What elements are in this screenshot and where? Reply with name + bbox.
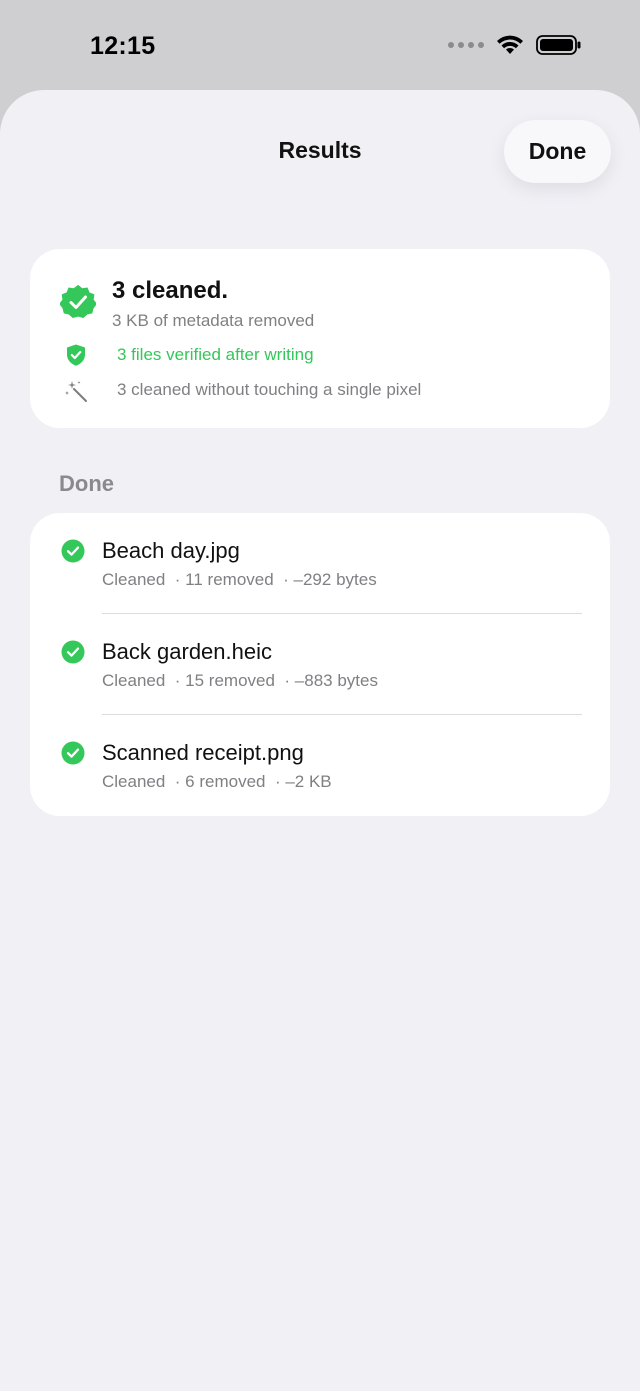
file-meta: Cleaned · 11 removed · –292 bytes bbox=[102, 570, 377, 590]
status-icons bbox=[448, 34, 582, 56]
file-status: Cleaned bbox=[102, 772, 166, 791]
checkmark-circle-icon bbox=[61, 539, 85, 563]
section-label-done: Done bbox=[59, 471, 114, 496]
file-name: Back garden.heic bbox=[102, 639, 272, 664]
file-status: Cleaned bbox=[102, 570, 166, 589]
checkmark-circle-icon bbox=[61, 640, 85, 664]
status-time: 12:15 bbox=[90, 32, 156, 60]
file-removed-count: · 11 removed bbox=[174, 570, 274, 589]
magic-wand-icon bbox=[65, 381, 87, 402]
signal-dots-icon bbox=[448, 42, 484, 48]
results-sheet: Results Done 3 cleaned. 3 KB of metadata… bbox=[0, 90, 640, 1391]
file-size-delta: · –2 KB bbox=[274, 772, 332, 791]
battery-icon bbox=[536, 35, 581, 55]
checkmark-circle-icon bbox=[61, 741, 85, 765]
file-meta: Cleaned · 15 removed · –883 bytes bbox=[102, 671, 378, 691]
list-item[interactable]: Scanned receipt.png Cleaned · 6 removed … bbox=[30, 715, 610, 816]
file-meta: Cleaned · 6 removed · –2 KB bbox=[102, 772, 332, 792]
list-item[interactable]: Beach day.jpg Cleaned · 11 removed · –29… bbox=[30, 513, 610, 614]
checkmark-shield-icon bbox=[67, 344, 85, 366]
file-size-delta: · –292 bytes bbox=[283, 570, 377, 589]
done-button[interactable]: Done bbox=[504, 120, 611, 183]
file-status: Cleaned bbox=[102, 671, 166, 690]
verified-text: 3 files verified after writing bbox=[117, 345, 314, 364]
list-item[interactable]: Back garden.heic Cleaned · 15 removed · … bbox=[30, 614, 610, 715]
summary-subtitle: 3 KB of metadata removed bbox=[112, 311, 315, 330]
file-name: Beach day.jpg bbox=[102, 538, 240, 563]
file-removed-count: · 6 removed bbox=[174, 772, 266, 791]
summary-card: 3 cleaned. 3 KB of metadata removed 3 fi… bbox=[30, 249, 610, 428]
file-removed-count: · 15 removed bbox=[174, 671, 275, 690]
file-size-delta: · –883 bytes bbox=[284, 671, 378, 690]
checkmark-seal-icon bbox=[60, 284, 96, 318]
pixel-text: 3 cleaned without touching a single pixe… bbox=[117, 380, 422, 399]
summary-title: 3 cleaned. bbox=[112, 277, 229, 304]
file-list: Beach day.jpg Cleaned · 11 removed · –29… bbox=[30, 513, 610, 816]
file-name: Scanned receipt.png bbox=[102, 740, 304, 765]
wifi-icon bbox=[497, 35, 523, 54]
status-bar: 12:15 bbox=[0, 0, 640, 92]
